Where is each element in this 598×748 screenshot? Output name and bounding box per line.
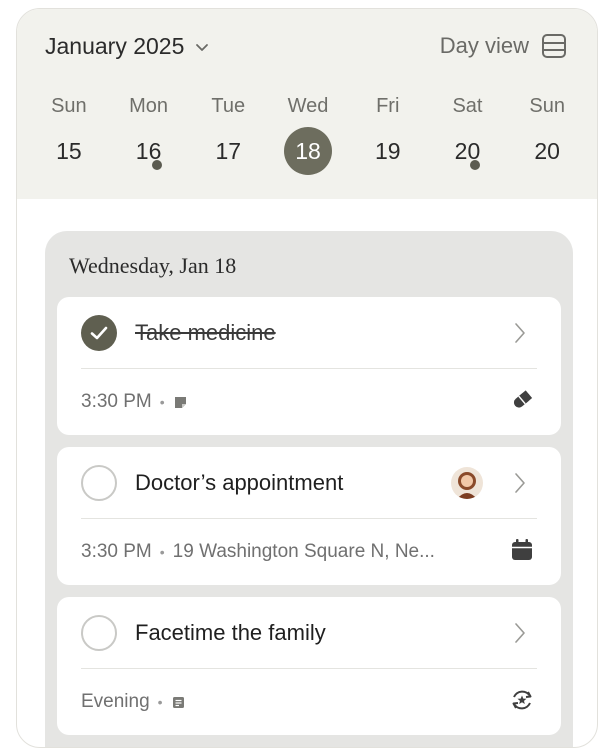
task-checkbox[interactable] — [81, 465, 117, 501]
task-time: 3:30 PM — [81, 541, 152, 562]
month-selector[interactable]: January 2025 — [45, 33, 210, 60]
day-fri-19[interactable]: Fri 19 — [348, 95, 428, 175]
chevron-right-icon[interactable] — [513, 321, 527, 345]
event-dot — [470, 160, 481, 170]
day-mon-16[interactable]: Mon 16 — [109, 95, 189, 175]
task-title: Take medicine — [135, 320, 276, 345]
view-selector[interactable]: Day view — [440, 33, 567, 59]
task-card[interactable]: Take medicine 3:30 PM • — [57, 297, 561, 435]
task-meta: 3:30 PM • 19 Washington Square N, Ne... — [81, 541, 435, 563]
task-card[interactable]: Doctor’s appointment 3:30 PM • 19 Washin… — [57, 447, 561, 585]
task-location: 19 Washington Square N, Ne... — [172, 541, 435, 562]
view-label: Day view — [439, 33, 529, 58]
day-wed-18-selected[interactable]: Wed 18 — [268, 95, 348, 175]
chevron-down-icon — [196, 43, 209, 51]
task-card[interactable]: Facetime the family Evening • — [57, 597, 561, 735]
day-number: 17 — [215, 137, 242, 164]
task-time: 3:30 PM — [81, 391, 152, 412]
note-icon — [172, 696, 184, 708]
month-label: January 2025 — [45, 33, 185, 59]
day-sat-20[interactable]: Sat 20 — [428, 95, 508, 175]
day-number: 18 — [295, 137, 321, 164]
day-name: Wed — [287, 95, 329, 117]
event-dot — [151, 160, 162, 170]
agenda-panel: Wednesday, Jan 18 Take medicine 3:30 PM — [45, 231, 573, 747]
chevron-right-icon[interactable] — [513, 471, 527, 495]
day-number: 19 — [374, 137, 401, 164]
day-name: Mon — [129, 95, 169, 117]
day-name: Fri — [376, 95, 400, 117]
calendar-screen: January 2025 Day view Sun 15 Mon 16 Tue … — [16, 8, 598, 748]
completed-checkbox[interactable] — [81, 315, 117, 351]
separator-dot: • — [157, 694, 163, 710]
checkmark-icon — [90, 326, 108, 340]
day-name: Sun — [529, 95, 565, 117]
separator-dot: • — [159, 394, 165, 410]
day-number: 20 — [534, 137, 560, 164]
task-checkbox[interactable] — [81, 615, 117, 651]
task-meta: 3:30 PM • — [81, 391, 188, 413]
task-meta: Evening • — [81, 691, 186, 713]
day-name: Tue — [211, 95, 246, 117]
pill-icon — [513, 390, 533, 408]
agenda-date-heading: Wednesday, Jan 18 — [69, 253, 237, 278]
day-view-icon — [542, 34, 566, 58]
day-name: Sat — [452, 95, 483, 117]
task-title: Doctor’s appointment — [135, 470, 344, 495]
person-avatar — [451, 467, 483, 499]
week-strip: Sun 15 Mon 16 Tue 17 Wed 18 Fri 19 Sat 2… — [29, 95, 587, 175]
day-sun-15[interactable]: Sun 15 — [29, 95, 109, 175]
day-tue-17[interactable]: Tue 17 — [188, 95, 268, 175]
day-sun-20[interactable]: Sun 20 — [507, 95, 587, 175]
separator-dot: • — [159, 544, 165, 560]
calendar-header: January 2025 Day view Sun 15 Mon 16 Tue … — [17, 9, 597, 199]
chevron-right-icon[interactable] — [513, 621, 527, 645]
calendar-icon — [512, 539, 532, 560]
task-time: Evening — [81, 691, 150, 712]
repeat-star-icon — [512, 690, 532, 710]
note-icon — [174, 396, 186, 408]
day-name: Sun — [51, 95, 87, 117]
task-title: Facetime the family — [135, 620, 326, 645]
day-number: 15 — [56, 137, 82, 164]
